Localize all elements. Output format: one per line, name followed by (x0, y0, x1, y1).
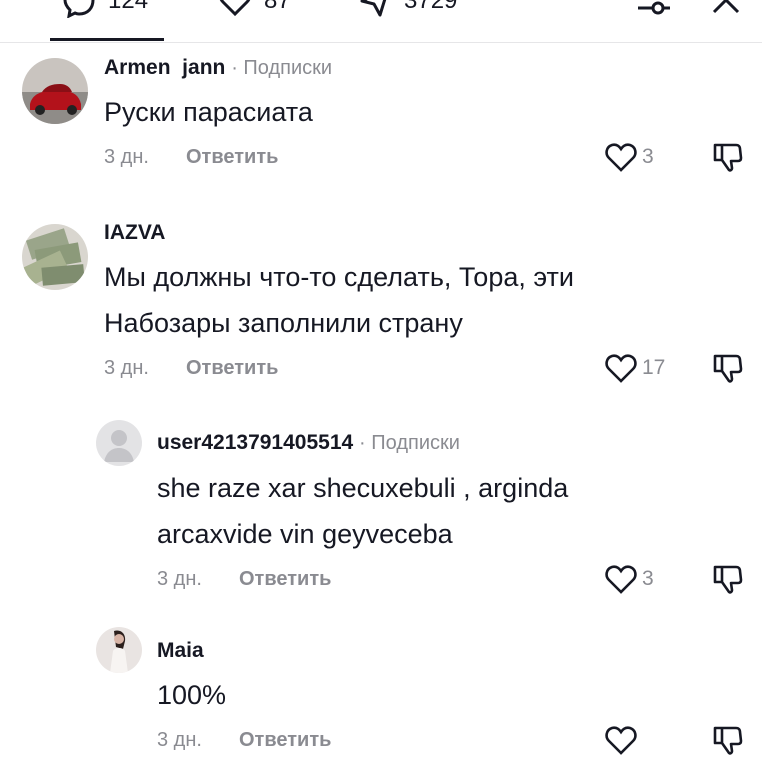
comment-tab-bar: 124 87 3729 (0, 0, 762, 43)
avatar[interactable] (22, 58, 88, 124)
avatar[interactable] (96, 627, 142, 673)
avatar[interactable] (96, 420, 142, 466)
like-count: 3 (642, 567, 654, 590)
active-tab-indicator (50, 38, 164, 41)
comment-date: 3 дн. (104, 357, 149, 379)
like-count: 17 (642, 356, 666, 379)
share-icon (360, 0, 387, 17)
thumbs-down-icon[interactable] (712, 724, 744, 756)
username[interactable]: user4213791405514 · Подписки (157, 431, 460, 455)
tab-comments-count: 124 (108, 0, 149, 14)
tab-likes-count: 87 (264, 0, 291, 14)
tab-shares[interactable]: 3729 (358, 0, 457, 18)
like-count: 3 (642, 145, 654, 168)
username[interactable]: Maia (157, 639, 204, 663)
comment-date: 3 дн. (157, 568, 202, 590)
heart-icon (219, 0, 251, 17)
thumbs-down-icon[interactable] (712, 563, 744, 595)
reply-button[interactable]: Ответить (186, 357, 278, 380)
comment-text: 100% (157, 672, 226, 718)
username[interactable]: IAZVA (104, 221, 165, 245)
filter-icon[interactable] (636, 0, 672, 16)
close-icon[interactable] (710, 0, 742, 16)
like-button[interactable]: 17 (604, 352, 665, 384)
heart-icon (605, 143, 637, 172)
tab-likes[interactable]: 87 (218, 0, 291, 18)
reply-button[interactable]: Ответить (239, 568, 331, 591)
like-button[interactable]: 3 (604, 141, 654, 173)
comment-text-line: Мы должны что-то сделать, Тора, эти (104, 262, 574, 292)
comment-text-line: Набозары заполнили страну (104, 308, 463, 338)
comment-text: Мы должны что-то сделать, Тора, эти Набо… (104, 254, 574, 346)
reply-button[interactable]: Ответить (239, 729, 331, 752)
tab-comments[interactable]: 124 (62, 0, 148, 18)
username-text: IAZVA (104, 221, 166, 244)
username-text: Maia (157, 639, 204, 662)
comment-text-line: 100% (157, 680, 227, 710)
username[interactable]: Armen jann · Подписки (104, 56, 332, 80)
like-button[interactable]: 3 (604, 563, 654, 595)
username-text: Armen jann (104, 56, 226, 79)
heart-icon (605, 565, 637, 594)
heart-icon (605, 354, 637, 383)
comment-text-line: arcaxvide vin geyveceba (157, 519, 453, 549)
reply-button[interactable]: Ответить (186, 146, 278, 169)
comment-text-line: Руски парасиата (104, 97, 313, 127)
follow-status: · Подписки (231, 57, 333, 79)
comment-text-line: she raze xar shecuxebuli , arginda (157, 473, 569, 503)
heart-icon (605, 726, 637, 755)
username-text: user4213791405514 (157, 431, 354, 454)
thumbs-down-icon[interactable] (712, 352, 744, 384)
tab-shares-count: 3729 (404, 0, 458, 14)
comment-text: she raze xar shecuxebuli , arginda arcax… (157, 465, 568, 557)
comment-icon (63, 0, 95, 18)
comment-date: 3 дн. (104, 146, 149, 168)
avatar[interactable] (22, 224, 88, 290)
thumbs-down-icon[interactable] (712, 141, 744, 173)
comment-date: 3 дн. (157, 729, 202, 751)
like-button[interactable] (604, 724, 642, 756)
comment-text: Руски парасиата (104, 89, 313, 135)
follow-status: · Подписки (359, 432, 460, 454)
